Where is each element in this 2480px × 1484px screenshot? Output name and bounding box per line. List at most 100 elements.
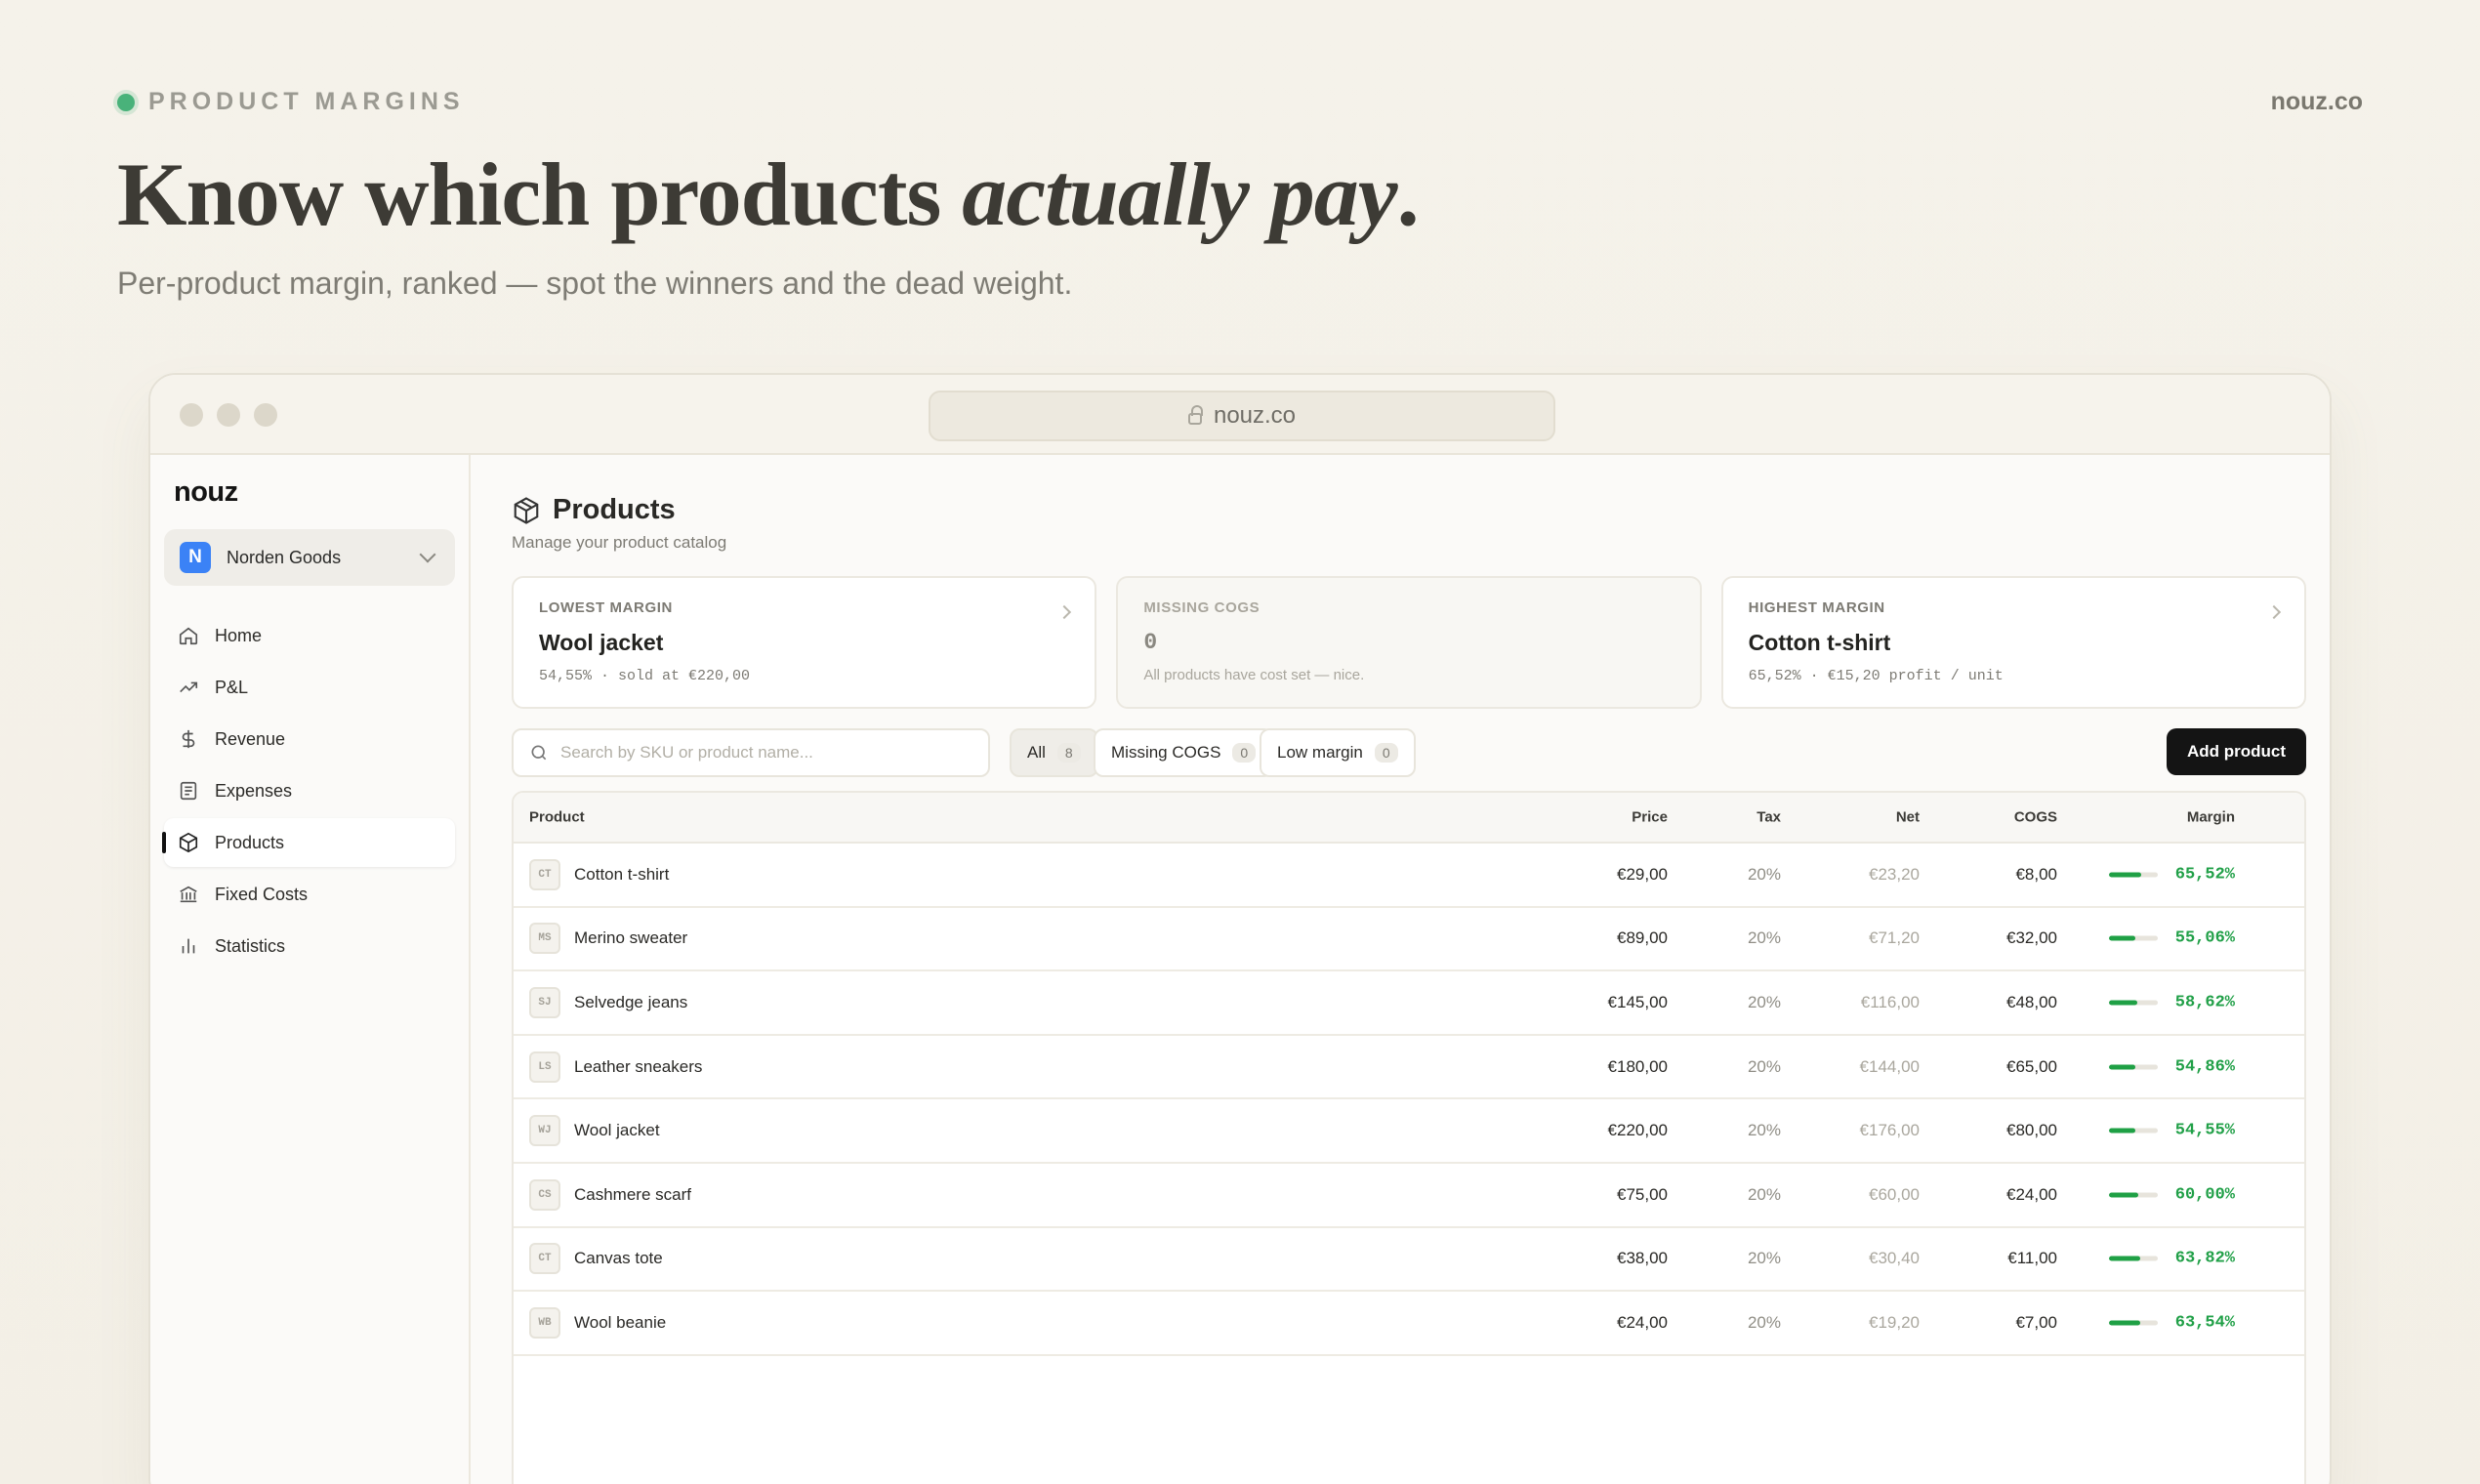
product-cell: WB Wool beanie bbox=[529, 1306, 667, 1339]
sidebar-item-fixed-costs[interactable]: Fixed Costs bbox=[164, 870, 455, 919]
margin-bar bbox=[2108, 1128, 2158, 1134]
cogs-cell: €11,00 bbox=[2007, 1249, 2057, 1268]
bar-chart-icon bbox=[178, 935, 199, 957]
header-margin[interactable]: Margin bbox=[2187, 809, 2235, 826]
price-cell: €38,00 bbox=[1617, 1249, 1668, 1268]
sidebar-item-expenses[interactable]: Expenses bbox=[164, 766, 455, 815]
table-row[interactable]: WJ Wool jacket €220,00 20% €176,00 €80,00 54,5… bbox=[514, 1099, 2304, 1164]
dollar-icon bbox=[178, 728, 199, 750]
site-link[interactable]: nouz.co bbox=[2271, 88, 2363, 116]
product-thumbnail: MS bbox=[529, 923, 560, 955]
cogs-cell: €32,00 bbox=[2006, 928, 2057, 948]
header-product[interactable]: Product bbox=[529, 809, 585, 826]
margin-bar-fill bbox=[2108, 1256, 2140, 1261]
search-icon bbox=[531, 745, 547, 761]
price-cell: €220,00 bbox=[1607, 1121, 1668, 1140]
search-input[interactable] bbox=[560, 743, 971, 763]
maximize-window-button[interactable] bbox=[254, 403, 277, 427]
filter-count: 0 bbox=[1232, 743, 1257, 763]
sidebar-item-products[interactable]: Products bbox=[162, 818, 455, 867]
table-row[interactable]: CS Cashmere scarf €75,00 20% €60,00 €24,00 60,… bbox=[514, 1164, 2304, 1228]
receipt-icon bbox=[178, 780, 199, 802]
price-cell: €145,00 bbox=[1607, 992, 1668, 1011]
tax-cell: 20% bbox=[1747, 864, 1781, 884]
product-name: Cotton t-shirt bbox=[574, 864, 670, 884]
eyebrow-label: PRODUCT MARGINS bbox=[148, 88, 465, 115]
product-name: Wool beanie bbox=[574, 1312, 667, 1332]
header-tax[interactable]: Tax bbox=[1757, 809, 1781, 826]
cogs-cell: €48,00 bbox=[2006, 992, 2057, 1011]
filter-missing-cogs[interactable]: Missing COGS 0 bbox=[1094, 728, 1274, 777]
tax-cell: 20% bbox=[1747, 1056, 1781, 1076]
box-icon bbox=[178, 832, 199, 853]
margin-bar bbox=[2108, 872, 2158, 878]
margin-cell: 54,86% bbox=[2108, 1057, 2235, 1077]
browser-window: nouz.co nouz N Norden Goods Home P&L Rev… bbox=[148, 373, 2332, 1484]
headline-plain: Know which products bbox=[117, 144, 963, 244]
margin-cell: 65,52% bbox=[2108, 865, 2235, 885]
margin-value: 63,82% bbox=[2174, 1249, 2235, 1268]
margin-bar-fill bbox=[2108, 1192, 2138, 1198]
margin-value: 55,06% bbox=[2174, 928, 2235, 948]
missing-cogs-card: MISSING COGS 0 All products have cost se… bbox=[1116, 576, 1702, 709]
headline-end: . bbox=[1396, 144, 1420, 244]
table-row[interactable]: SJ Selvedge jeans €145,00 20% €116,00 €48,00 5… bbox=[514, 971, 2304, 1036]
header-cogs[interactable]: COGS bbox=[2014, 809, 2057, 826]
sidebar-item-statistics[interactable]: Statistics bbox=[164, 922, 455, 970]
product-thumbnail: CT bbox=[529, 858, 560, 890]
margin-value: 54,86% bbox=[2174, 1057, 2235, 1077]
highest-margin-card[interactable]: HIGHEST MARGIN Cotton t-shirt 65,52% · €… bbox=[1720, 576, 2306, 709]
sidebar-item-home[interactable]: Home bbox=[164, 611, 455, 660]
sidebar-item-label: Products bbox=[215, 832, 285, 852]
card-value: Wool jacket bbox=[539, 630, 664, 655]
tax-cell: 20% bbox=[1747, 992, 1781, 1011]
minimize-window-button[interactable] bbox=[217, 403, 240, 427]
search-box[interactable] bbox=[512, 728, 990, 777]
product-thumbnail: SJ bbox=[529, 986, 560, 1018]
filter-all[interactable]: All 8 bbox=[1010, 728, 1098, 777]
price-cell: €75,00 bbox=[1617, 1184, 1668, 1204]
card-label: LOWEST MARGIN bbox=[539, 599, 673, 616]
url-text: nouz.co bbox=[1213, 402, 1297, 429]
page-subtitle: Manage your product catalog bbox=[512, 533, 727, 552]
sidebar-item-label: Home bbox=[215, 625, 263, 645]
product-cell: LS Leather sneakers bbox=[529, 1051, 702, 1083]
add-product-button[interactable]: Add product bbox=[2166, 728, 2306, 775]
net-cell: €60,00 bbox=[1869, 1184, 1920, 1204]
table-row[interactable]: LS Leather sneakers €180,00 20% €144,00 €65,0… bbox=[514, 1036, 2304, 1100]
table-toolbar: All 8 Missing COGS 0 Low margin 0 Add pr… bbox=[512, 728, 2306, 779]
sidebar-item-label: Revenue bbox=[215, 728, 286, 749]
margin-bar-fill bbox=[2108, 1128, 2136, 1134]
header-price[interactable]: Price bbox=[1632, 809, 1668, 826]
headline-italic: actually pay bbox=[962, 144, 1397, 244]
close-window-button[interactable] bbox=[180, 403, 203, 427]
sidebar-item-revenue[interactable]: Revenue bbox=[164, 715, 455, 763]
margin-cell: 58,62% bbox=[2108, 993, 2235, 1011]
table-row[interactable]: MS Merino sweater €89,00 20% €71,20 €32,00 55,… bbox=[514, 908, 2304, 972]
margin-bar bbox=[2108, 1320, 2158, 1326]
filter-low-margin[interactable]: Low margin 0 bbox=[1260, 728, 1416, 777]
margin-bar-fill bbox=[2108, 1320, 2140, 1326]
product-cell: CT Canvas tote bbox=[529, 1243, 663, 1275]
table-row[interactable]: CT Canvas tote €38,00 20% €30,40 €11,00 63,82% bbox=[514, 1228, 2304, 1293]
app-logo[interactable]: nouz bbox=[174, 476, 238, 509]
cogs-cell: €7,00 bbox=[2015, 1312, 2057, 1332]
lock-icon bbox=[1187, 405, 1203, 425]
address-bar[interactable]: nouz.co bbox=[929, 391, 1555, 441]
hero: PRODUCT MARGINS nouz.co Know which produ… bbox=[117, 88, 2363, 302]
table-row[interactable]: CT Cotton t-shirt €29,00 20% €23,20 €8,00 65,5… bbox=[514, 844, 2304, 908]
cogs-cell: €80,00 bbox=[2006, 1121, 2057, 1140]
table-header: Product Price Tax Net COGS Margin bbox=[514, 793, 2304, 844]
table-row[interactable]: WB Wool beanie €24,00 20% €19,20 €7,00 63,54% bbox=[514, 1292, 2304, 1356]
cogs-cell: €24,00 bbox=[2006, 1184, 2057, 1204]
product-thumbnail: WB bbox=[529, 1306, 560, 1339]
filter-count: 0 bbox=[1374, 743, 1398, 763]
header-net[interactable]: Net bbox=[1896, 809, 1920, 826]
lowest-margin-card[interactable]: LOWEST MARGIN Wool jacket 54,55% · sold … bbox=[512, 576, 1097, 709]
workspace-switcher[interactable]: N Norden Goods bbox=[164, 529, 455, 586]
net-cell: €144,00 bbox=[1859, 1056, 1920, 1076]
sidebar-item-pnl[interactable]: P&L bbox=[164, 663, 455, 712]
table-body: CT Cotton t-shirt €29,00 20% €23,20 €8,00 65,5… bbox=[514, 844, 2304, 1356]
margin-value: 65,52% bbox=[2174, 865, 2235, 885]
product-thumbnail: WJ bbox=[529, 1115, 560, 1147]
